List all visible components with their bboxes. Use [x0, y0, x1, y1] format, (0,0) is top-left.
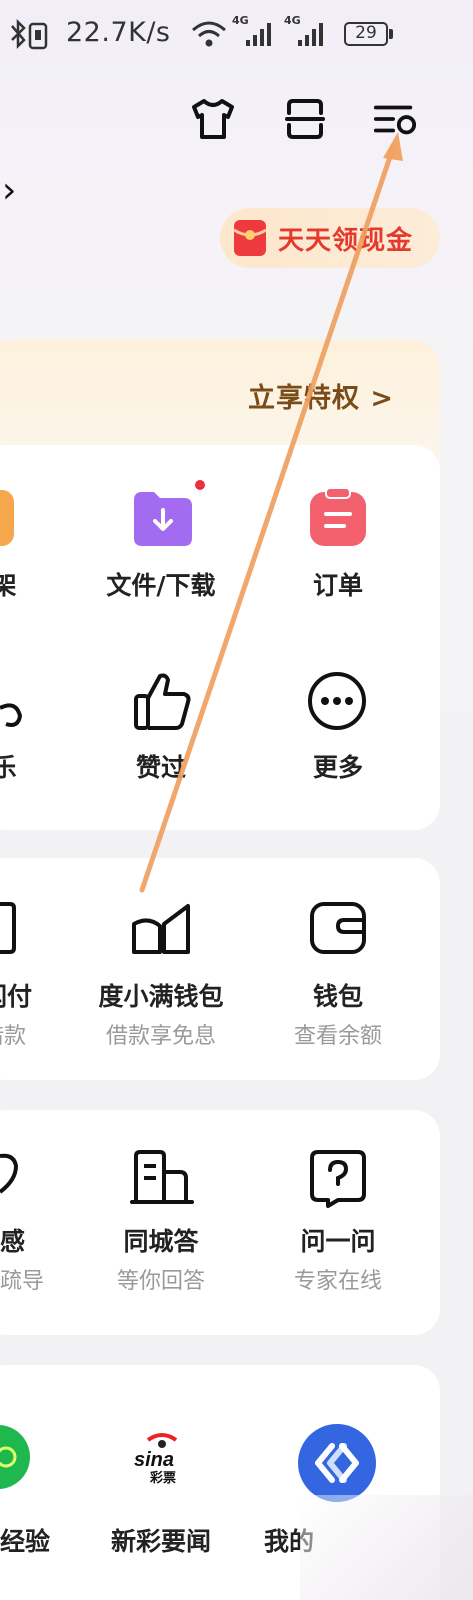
- qa-label[interactable]: 问一问: [274, 1222, 402, 1258]
- network-speed: 22.7K/s: [66, 17, 171, 48]
- wallet-icon[interactable]: [308, 898, 368, 958]
- sina-logo-text: sina: [134, 1449, 174, 1471]
- building-icon[interactable]: [130, 1148, 194, 1206]
- more-icon[interactable]: [306, 670, 368, 732]
- bookshelf-icon[interactable]: [0, 490, 14, 546]
- tshirt-skin-icon[interactable]: [190, 96, 236, 142]
- finance-label[interactable]: 钱包: [288, 977, 388, 1013]
- tool-label[interactable]: 更多: [288, 748, 388, 784]
- vip-cta-link[interactable]: 立享特权 >: [248, 376, 394, 415]
- cash-reward-label: 天天领现金: [278, 225, 414, 256]
- red-envelope-icon: [233, 220, 267, 256]
- finance-label[interactable]: 闪付: [0, 977, 46, 1013]
- notification-dot: [193, 478, 207, 492]
- lottery-logo-text: 彩票: [149, 1470, 176, 1484]
- question-icon[interactable]: [308, 1148, 368, 1208]
- thumbs-up-icon[interactable]: [132, 670, 194, 732]
- heart-icon[interactable]: [0, 1150, 24, 1206]
- order-icon[interactable]: [308, 486, 368, 548]
- qa-label[interactable]: 同城答: [96, 1222, 226, 1258]
- wifi-icon: [192, 21, 226, 47]
- app-label[interactable]: 新彩要闻: [91, 1522, 231, 1558]
- bluetooth-vibrate-icon: [11, 18, 48, 50]
- tool-label[interactable]: 订单: [288, 566, 388, 602]
- scan-icon[interactable]: [282, 96, 328, 142]
- profile-chevron-icon[interactable]: ›: [2, 170, 16, 211]
- tool-label[interactable]: 文件/下载: [91, 566, 231, 602]
- music-icon[interactable]: [0, 680, 24, 740]
- tool-label[interactable]: 乐: [0, 748, 18, 784]
- finance-sub: 借款享免息: [105, 1024, 216, 1049]
- qa-sub: 等你回答: [116, 1269, 205, 1294]
- pay-icon[interactable]: [0, 898, 20, 958]
- sina-lottery-icon[interactable]: sina 彩票: [130, 1432, 196, 1486]
- blue-app-icon[interactable]: [298, 1424, 376, 1502]
- battery-cap: [389, 29, 393, 39]
- tool-label[interactable]: 赞过: [111, 748, 211, 784]
- download-folder-icon[interactable]: [132, 488, 194, 548]
- qa-sub: 疏导: [0, 1269, 45, 1294]
- qa-sub: 专家在线: [293, 1269, 382, 1294]
- watermark: [300, 1495, 473, 1600]
- settings-icon[interactable]: [372, 96, 418, 142]
- battery-icon: 29: [344, 22, 388, 46]
- cash-reward-button[interactable]: 天天领现金: [220, 208, 440, 268]
- experience-icon[interactable]: [0, 1425, 30, 1489]
- qa-label[interactable]: 感: [0, 1222, 34, 1258]
- duxiaoman-icon[interactable]: [130, 900, 194, 956]
- battery-level: 29: [355, 23, 377, 43]
- tool-label[interactable]: 架: [0, 566, 18, 602]
- app-label[interactable]: 经验: [0, 1522, 50, 1558]
- signal-bars-icon: [246, 23, 271, 46]
- signal-bars-icon: [298, 23, 323, 46]
- finance-label[interactable]: 度小满钱包: [76, 977, 246, 1013]
- status-bar: 22.7K/s 4G 4G 29: [0, 0, 473, 70]
- finance-sub: 借款: [0, 1024, 27, 1049]
- finance-sub: 查看余额: [293, 1024, 382, 1049]
